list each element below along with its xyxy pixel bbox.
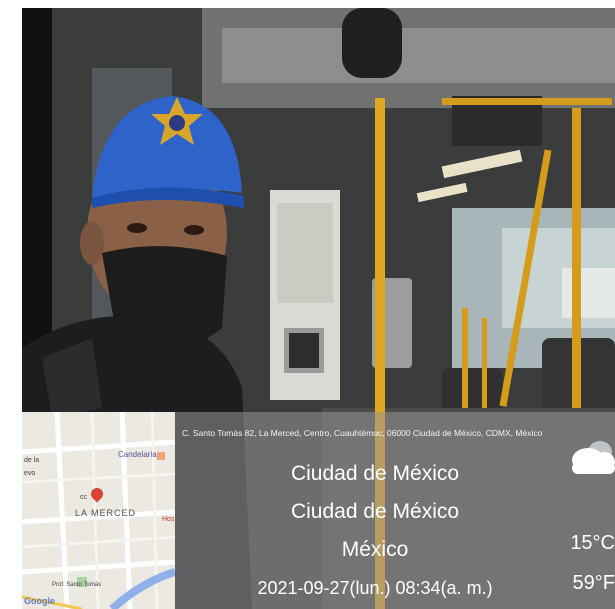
map-street-label: evo (24, 470, 36, 477)
map-street-label: Prof. Santo Tomás (52, 582, 102, 588)
datetime-text: 2021-09-27(lun.) 08:34(a. m.) (257, 578, 493, 598)
temperature-fahrenheit: 59°F (572, 572, 615, 594)
state-text: Ciudad de México (290, 500, 460, 523)
map-place-label: LA MERCED (75, 508, 137, 518)
map-thumbnail: Candelaria de la evo cc Hos LA MERCED Pr… (22, 412, 175, 609)
cloud-icon (572, 441, 615, 474)
temperature-celsius: 15°C (570, 532, 615, 554)
map-street-label: cc (80, 494, 87, 501)
map-street-label: de la (24, 457, 40, 464)
map-provider-logo: Google (24, 596, 55, 606)
country-text: México (341, 538, 409, 561)
city-text: Ciudad de México (290, 462, 460, 485)
map-street-label: Candelaria (118, 450, 157, 459)
map-street-label: Hos (162, 516, 175, 523)
address-text: C. Santo Tomás 82, La Merced, Centro, Cu… (182, 428, 543, 438)
